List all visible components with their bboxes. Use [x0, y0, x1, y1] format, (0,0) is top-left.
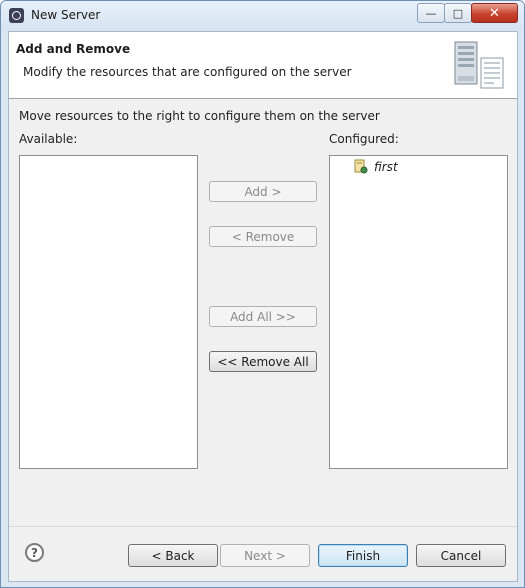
- available-label: Available:: [19, 132, 78, 146]
- page-description: Modify the resources that are configured…: [23, 65, 352, 79]
- window-title: New Server: [31, 8, 101, 22]
- configured-label: Configured:: [329, 132, 399, 146]
- back-button[interactable]: < Back: [128, 544, 218, 567]
- remove-button[interactable]: < Remove: [209, 226, 317, 247]
- eclipse-app-icon: [9, 8, 24, 23]
- configured-list[interactable]: first: [329, 155, 508, 469]
- tree-item-label: first: [374, 159, 398, 174]
- minimize-button[interactable]: —: [417, 3, 445, 23]
- instructions-text: Move resources to the right to configure…: [19, 109, 380, 123]
- server-wizard-icon: [454, 41, 504, 89]
- wizard-banner: Add and Remove Modify the resources that…: [9, 32, 517, 99]
- maximize-icon: □: [452, 6, 464, 20]
- cancel-button[interactable]: Cancel: [416, 544, 506, 567]
- add-button[interactable]: Add >: [209, 181, 317, 202]
- footer-separator: [9, 526, 517, 527]
- finish-button[interactable]: Finish: [318, 544, 408, 567]
- help-icon[interactable]: ?: [25, 543, 44, 562]
- page-title: Add and Remove: [16, 42, 131, 56]
- close-button[interactable]: ✕: [471, 3, 518, 23]
- new-server-window: New Server — □ ✕ Add and Remove Modify t…: [0, 0, 525, 588]
- remove-all-button[interactable]: << Remove All: [209, 351, 317, 372]
- add-all-button[interactable]: Add All >>: [209, 306, 317, 327]
- dialog-body: Add and Remove Modify the resources that…: [8, 31, 518, 582]
- project-module-icon: [354, 159, 368, 174]
- next-button[interactable]: Next >: [220, 544, 310, 567]
- available-list[interactable]: [19, 155, 198, 469]
- minimize-icon: —: [425, 6, 437, 20]
- title-bar[interactable]: New Server — □ ✕: [1, 1, 524, 31]
- maximize-button[interactable]: □: [444, 3, 472, 23]
- configured-item-first[interactable]: first: [354, 159, 398, 174]
- close-icon: ✕: [489, 5, 500, 21]
